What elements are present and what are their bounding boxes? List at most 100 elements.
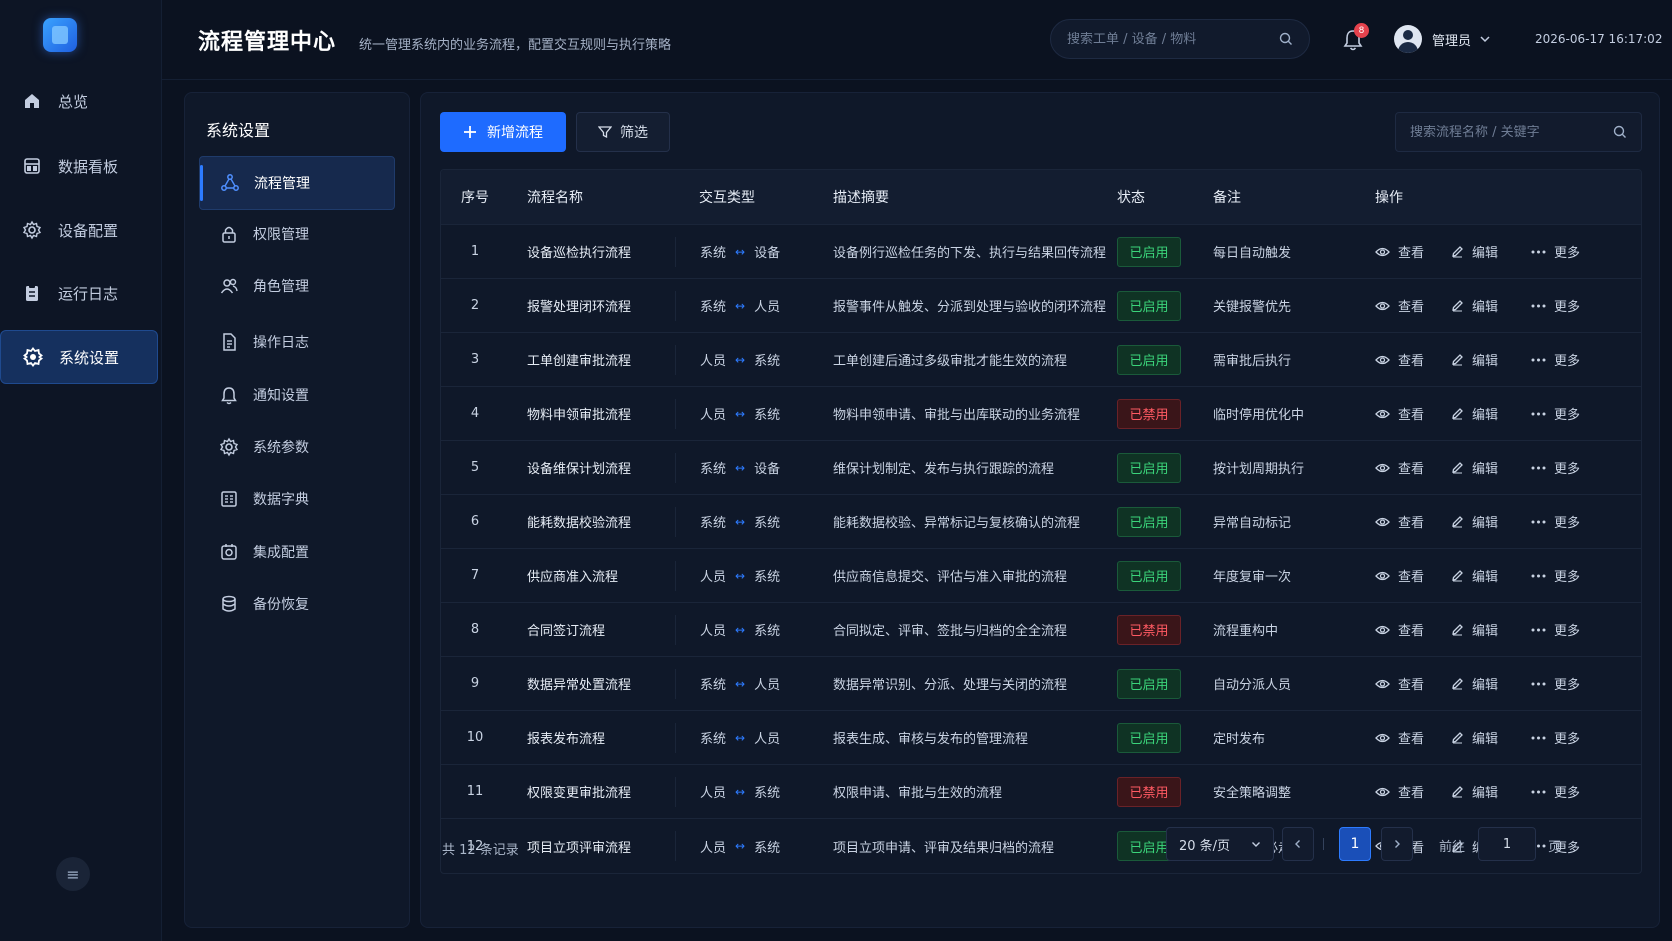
workflow-note: 关键报警优先 — [1213, 300, 1292, 315]
header-note: 备注 — [1213, 190, 1241, 206]
settings-item-4[interactable]: 通知设置 — [199, 368, 395, 422]
nav-item-3[interactable]: 运行日志 — [0, 266, 158, 320]
workflow-note: 临时停用优化中 — [1213, 408, 1305, 423]
workflow-desc: 合同拟定、评审、签批与归档的全全流程 — [833, 624, 1068, 639]
row-actions: 查看 编辑 更多 — [1375, 566, 1641, 585]
workflow-search-input[interactable] — [1410, 124, 1613, 140]
more-button[interactable]: 更多 — [1531, 512, 1580, 531]
filter-button[interactable]: 筛选 — [576, 112, 670, 152]
view-button[interactable]: 查看 — [1375, 350, 1451, 369]
view-label: 查看 — [1398, 408, 1425, 423]
workflow-note: 自动分派人员 — [1213, 678, 1292, 693]
nav-item-0[interactable]: 总览 — [0, 74, 158, 128]
row-index: 8 — [470, 622, 480, 637]
workflow-search[interactable] — [1395, 112, 1642, 152]
type-to: 设备 — [754, 462, 781, 477]
table-row: 8 合同签订流程 人员 ↔ 系统 合同拟定、评审、签批与归档的全全流程 已禁用 流程重构中 查看… — [441, 603, 1641, 657]
more-button[interactable]: 更多 — [1531, 350, 1580, 369]
nav-item-2[interactable]: 设备配置 — [0, 203, 158, 257]
edit-button[interactable]: 编辑 — [1451, 350, 1531, 369]
view-label: 查看 — [1398, 678, 1425, 693]
bell-icon — [219, 385, 239, 405]
settings-item-3[interactable]: 操作日志 — [199, 315, 395, 369]
settings-item-5[interactable]: 系统参数 — [199, 420, 395, 474]
view-button[interactable]: 查看 — [1375, 566, 1451, 585]
add-workflow-button[interactable]: 新增流程 — [440, 112, 566, 152]
workflow-name: 合同签订流程 — [527, 624, 606, 639]
page-size-select[interactable]: 20 条/页 — [1166, 827, 1274, 861]
status-badge: 已禁用 — [1117, 776, 1181, 807]
settings-item-1[interactable]: 权限管理 — [199, 207, 395, 261]
page-number-current[interactable]: 1 — [1339, 827, 1371, 861]
view-button[interactable]: 查看 — [1375, 728, 1451, 747]
more-button[interactable]: 更多 — [1531, 674, 1580, 693]
collapse-menu-button[interactable]: ≡ — [56, 857, 90, 891]
edit-button[interactable]: 编辑 — [1451, 728, 1531, 747]
settings-item-0[interactable]: 流程管理 — [199, 156, 395, 210]
dictionary-icon — [219, 489, 239, 509]
edit-button[interactable]: 编辑 — [1451, 674, 1531, 693]
prev-page-button[interactable] — [1282, 827, 1314, 861]
more-button[interactable]: 更多 — [1531, 404, 1580, 423]
view-button[interactable]: 查看 — [1375, 404, 1451, 423]
workflow-note: 每日自动触发 — [1213, 246, 1292, 261]
nav-item-1[interactable]: 数据看板 — [0, 139, 158, 193]
edit-button[interactable]: 编辑 — [1451, 566, 1531, 585]
settings-item-6[interactable]: 数据字典 — [199, 472, 395, 526]
more-button[interactable]: 更多 — [1531, 728, 1580, 747]
workflow-desc: 能耗数据校验、异常标记与复核确认的流程 — [833, 516, 1081, 531]
main-panel: 新增流程 筛选 序号 流程名称 交互类型 描述摘要 状态 备注 操作 1 设备巡检… — [420, 92, 1660, 928]
row-actions: 查看 编辑 更多 — [1375, 458, 1641, 477]
more-button[interactable]: 更多 — [1531, 782, 1580, 801]
row-actions: 查看 编辑 更多 — [1375, 242, 1641, 261]
edit-button[interactable]: 编辑 — [1451, 404, 1531, 423]
view-button[interactable]: 查看 — [1375, 782, 1451, 801]
edit-button[interactable]: 编辑 — [1451, 620, 1531, 639]
next-page-button[interactable] — [1381, 827, 1413, 861]
row-index: 6 — [470, 514, 480, 529]
eye-icon — [1375, 247, 1390, 256]
eye-icon — [1375, 301, 1390, 310]
type-from: 人员 — [700, 840, 727, 856]
more-button[interactable]: 更多 — [1531, 296, 1580, 315]
edit-button[interactable]: 编辑 — [1451, 242, 1531, 261]
more-button[interactable]: 更多 — [1531, 242, 1580, 261]
view-button[interactable]: 查看 — [1375, 458, 1451, 477]
view-button[interactable]: 查看 — [1375, 620, 1451, 639]
row-actions: 查看 编辑 更多 — [1375, 404, 1641, 423]
edit-button[interactable]: 编辑 — [1451, 782, 1531, 801]
global-search-input[interactable] — [1067, 31, 1279, 47]
search-icon[interactable] — [1613, 125, 1627, 139]
workflow-name: 数据异常处置流程 — [527, 678, 632, 693]
settings-item-2[interactable]: 角色管理 — [199, 259, 395, 313]
workflow-name: 物料申领审批流程 — [527, 408, 632, 423]
settings-item-7[interactable]: 集成配置 — [199, 525, 395, 579]
goto-page-input[interactable] — [1478, 827, 1536, 861]
header: 流程管理中心 统一管理系统内的业务流程，配置交互规则与执行策略 8 管理员 20… — [162, 0, 1672, 80]
bidirectional-arrow-icon: ↔ — [735, 352, 746, 367]
edit-label: 编辑 — [1472, 300, 1499, 315]
app-logo[interactable] — [43, 18, 77, 52]
view-button[interactable]: 查看 — [1375, 674, 1451, 693]
workflow-name: 供应商准入流程 — [527, 570, 619, 585]
more-button[interactable]: 更多 — [1531, 458, 1580, 477]
bidirectional-arrow-icon: ↔ — [735, 784, 746, 799]
view-button[interactable]: 查看 — [1375, 296, 1451, 315]
more-button[interactable]: 更多 — [1531, 620, 1580, 639]
settings-item-8[interactable]: 备份恢复 — [199, 577, 395, 631]
view-button[interactable]: 查看 — [1375, 242, 1451, 261]
nav-item-4[interactable]: 系统设置 — [0, 330, 158, 384]
interaction-type: 人员 ↔ 系统 — [675, 560, 809, 591]
more-dots-icon — [1531, 304, 1546, 307]
view-button[interactable]: 查看 — [1375, 512, 1451, 531]
more-button[interactable]: 更多 — [1531, 566, 1580, 585]
more-dots-icon — [1531, 682, 1546, 685]
user-menu[interactable]: 管理员 — [1394, 25, 1491, 53]
edit-button[interactable]: 编辑 — [1451, 296, 1531, 315]
edit-button[interactable]: 编辑 — [1451, 458, 1531, 477]
global-search[interactable] — [1050, 19, 1310, 59]
edit-button[interactable]: 编辑 — [1451, 512, 1531, 531]
chevron-left-icon — [1295, 840, 1300, 848]
search-icon[interactable] — [1279, 32, 1293, 46]
type-to: 系统 — [754, 624, 781, 639]
